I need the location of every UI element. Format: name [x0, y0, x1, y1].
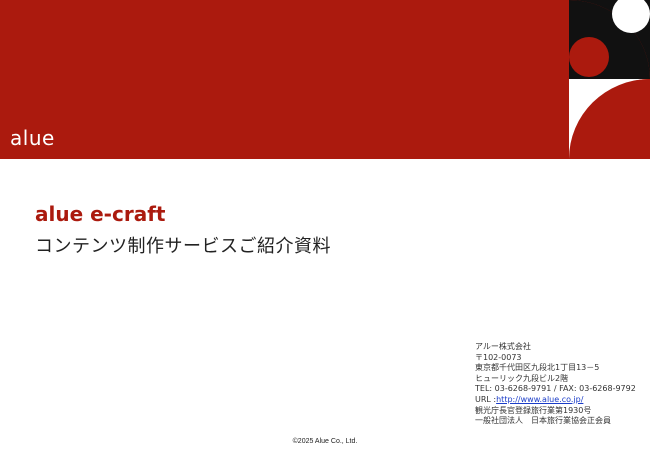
- phone-fax: TEL: 03-6268-9791 / FAX: 03-6268-9792: [475, 384, 636, 394]
- url-line: URL :http://www.alue.co.jp/: [475, 395, 636, 406]
- association-membership: 一般社団法人 日本旅行業協会正会員: [475, 416, 611, 426]
- company-website-link[interactable]: http://www.alue.co.jp/: [496, 395, 583, 404]
- document-title: alue e-craft: [35, 202, 166, 226]
- document-subtitle: コンテンツ制作サービスご紹介資料: [35, 236, 331, 257]
- address-line-1: 東京都千代田区九段北1丁目13－5: [475, 363, 600, 373]
- company-name: アルー株式会社: [475, 342, 531, 351]
- postal-code: 〒102-0073: [475, 352, 522, 362]
- company-info: アルー株式会社 〒102-0073 東京都千代田区九段北1丁目13－5 ヒューリ…: [475, 342, 636, 427]
- decorative-shapes: [569, 0, 650, 159]
- alue-logo: alue: [10, 126, 55, 150]
- url-label: URL :: [475, 394, 497, 404]
- decor-red-circle: [569, 37, 609, 77]
- address-line-2: ヒューリック九段ビル2階: [475, 373, 569, 383]
- header-banner: alue: [0, 0, 650, 159]
- travel-registration: 観光庁長官登録旅行業第1930号: [475, 405, 592, 415]
- copyright: ©2025 Alue Co., Ltd.: [292, 438, 358, 445]
